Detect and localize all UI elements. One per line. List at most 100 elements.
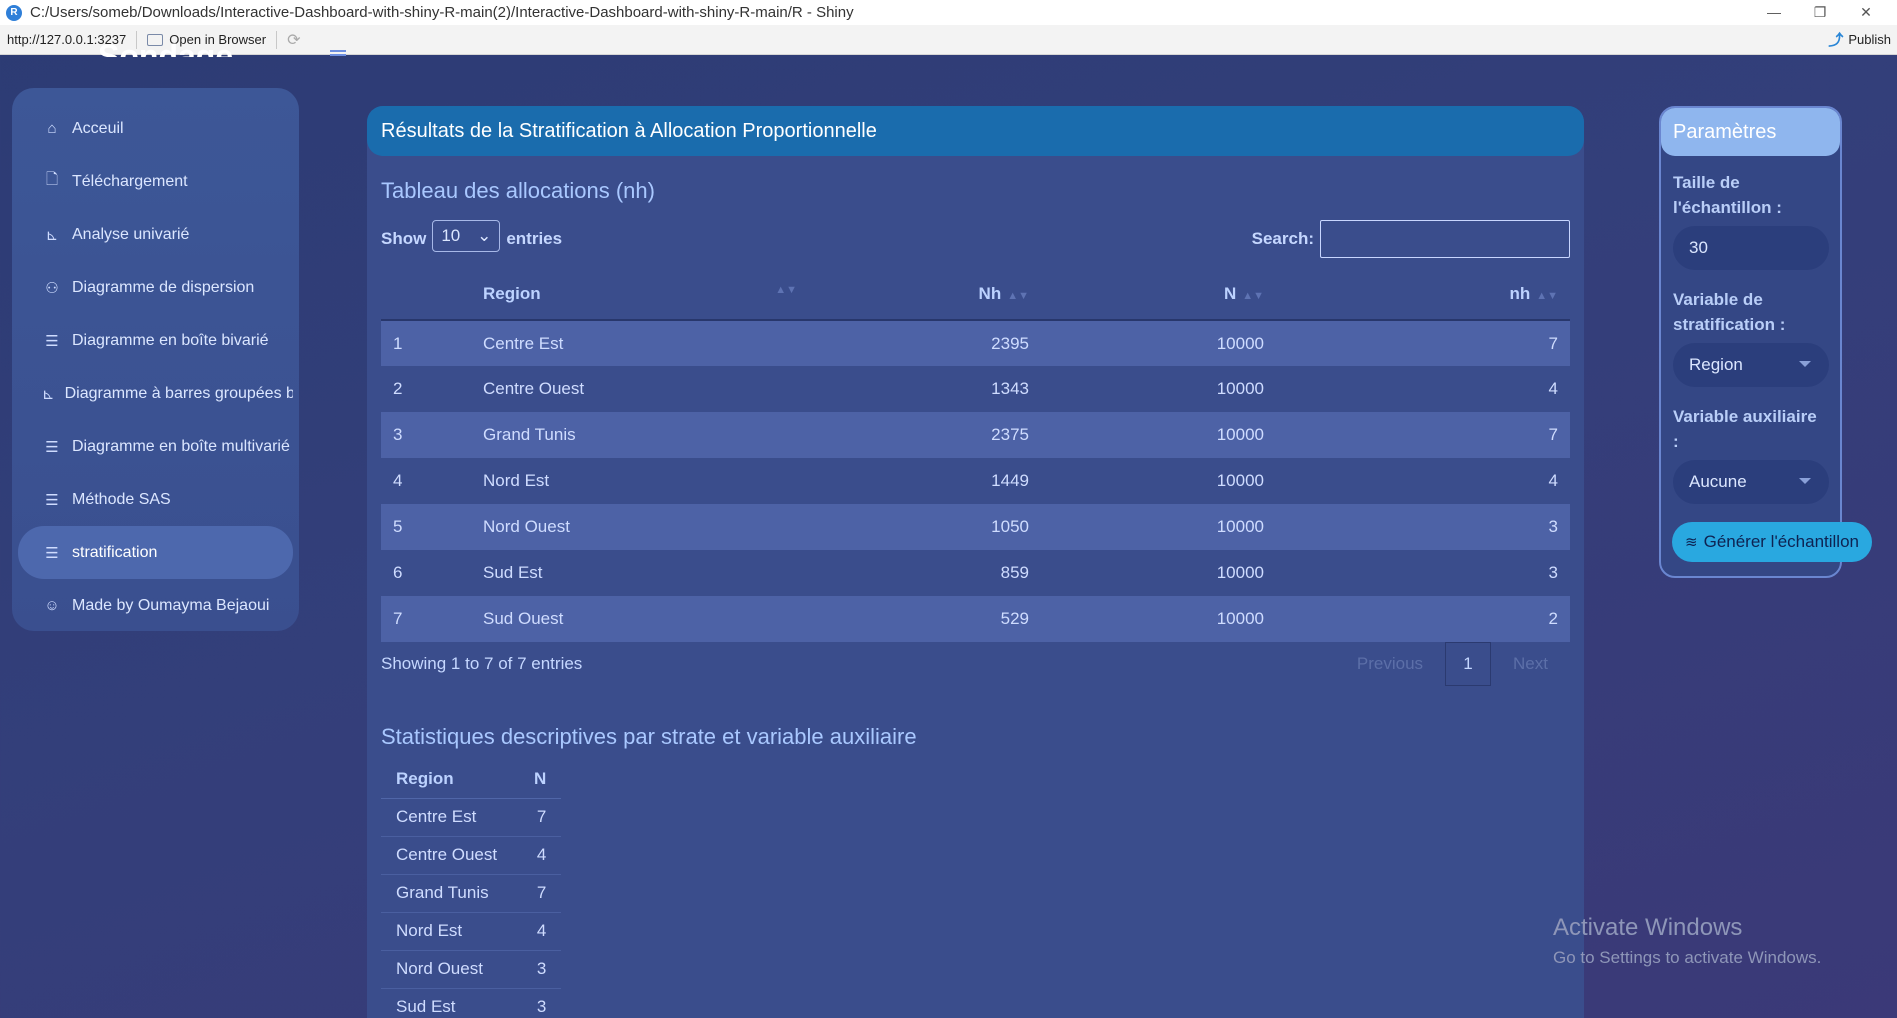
page-length-control: Show 10 ⌄ entries [381, 220, 562, 252]
cell-nh-pop: 859 [1000, 563, 1029, 582]
sidebar-item-label: Téléchargement [72, 172, 188, 190]
column-header-n[interactable]: N ▲▼ [1041, 268, 1276, 321]
strat-var-label: Variable de stratification : [1673, 290, 1786, 334]
table-row: Centre Ouest 4 [381, 836, 562, 875]
table-info: Showing 1 to 7 of 7 entries [381, 654, 583, 673]
cell-n: 4 [519, 836, 562, 875]
table-row[interactable]: 1 Centre Est 2395 10000 7 [381, 320, 1570, 366]
table-row[interactable]: 4 Nord Est 1449 10000 4 [381, 458, 1570, 504]
column-header-region: Region [381, 760, 519, 799]
layers-icon: ≋ [1685, 534, 1698, 551]
sidebar-item-boite-bivarie[interactable]: ☰ Diagramme en boîte bivarié [18, 314, 293, 367]
sliders-icon: ☰ [45, 544, 59, 562]
cell-nh-sample: 3 [1548, 563, 1558, 582]
minimize-icon[interactable]: — [1751, 0, 1797, 25]
column-header-nh-pop[interactable]: Nh ▲▼ [811, 268, 1041, 321]
window-controls: — ❐ ✕ [1751, 0, 1889, 25]
cell-n: 3 [519, 950, 562, 989]
aux-var-select[interactable]: Aucune [1673, 460, 1829, 504]
page-1-button[interactable]: 1 [1445, 642, 1492, 686]
sidebar-item-stratification[interactable]: ☰ stratification [18, 526, 293, 579]
refresh-icon[interactable]: ⟳ [287, 30, 300, 50]
cell-region: Nord Est [483, 471, 550, 490]
r-app-icon: R [6, 4, 22, 21]
cell-region: Sud Ouest [483, 609, 564, 628]
table-row[interactable]: 3 Grand Tunis 2375 10000 7 [381, 412, 1570, 458]
cell-region: Sud Est [483, 563, 543, 582]
table-row[interactable]: 6 Sud Est 859 10000 3 [381, 550, 1570, 596]
cell-region: Grand Tunis [381, 874, 519, 913]
restore-icon[interactable]: ❐ [1797, 0, 1843, 25]
sidebar-item-barres-groupees[interactable]: ⊾ Diagramme à barres groupées bi [18, 367, 293, 420]
page-length-select[interactable]: 10 ⌄ [432, 220, 501, 252]
close-icon[interactable]: ✕ [1843, 0, 1889, 25]
sliders-icon: ☰ [45, 438, 59, 456]
watermark-title: Activate Windows [1553, 914, 1743, 941]
stats-table: Region N Centre Est 7 Centre Ouest 4 Grand… [381, 760, 562, 1018]
column-header-index [381, 268, 471, 321]
sidebar-item-credits[interactable]: ☺ Made by Oumayma Bejaoui [18, 579, 293, 632]
allocation-table-title: Tableau des allocations (nh) [381, 178, 655, 203]
sidebar-item-analyse-univarie[interactable]: ⊾ Analyse univarié [18, 208, 293, 261]
sliders-icon: ☰ [45, 491, 59, 509]
sort-icon: ▲▼ [1242, 289, 1264, 302]
sidebar-item-boite-multivarie[interactable]: ☰ Diagramme en boîte multivarié [18, 420, 293, 473]
search-control: Search: [1252, 220, 1570, 258]
search-input[interactable] [1320, 220, 1570, 258]
next-button[interactable]: Next [1491, 654, 1570, 674]
row-index: 2 [393, 379, 403, 398]
sidebar-item-label: Diagramme de dispersion [72, 278, 255, 296]
sort-icon: ▲▼ [1536, 289, 1558, 302]
row-index: 1 [393, 333, 403, 353]
parameters-card: Paramètres Taille de l'échantillon : 30 … [1659, 106, 1842, 578]
cell-n: 3 [519, 988, 562, 1018]
home-icon: ⌂ [47, 120, 57, 137]
column-header-nh-sample[interactable]: nh ▲▼ [1276, 268, 1570, 321]
sidebar-item-label: Analyse univarié [72, 225, 190, 243]
pagination: Previous 1 Next [1335, 642, 1570, 686]
cell-nh-sample: 7 [1548, 425, 1558, 444]
search-label: Search: [1251, 229, 1314, 248]
row-index: 6 [393, 563, 403, 582]
cell-region: Grand Tunis [483, 425, 576, 444]
cell-nh-sample: 7 [1548, 333, 1558, 353]
cell-n: 7 [519, 798, 562, 837]
sample-size-label: Taille de l'échantillon : [1673, 173, 1782, 217]
sidebar-item-label: Diagramme en boîte multivarié [72, 437, 290, 455]
chart-line-icon: ⊾ [45, 226, 59, 244]
stats-title: Statistiques descriptives par strate et … [381, 724, 917, 749]
cell-n: 10000 [1216, 333, 1264, 353]
hamburger-icon[interactable] [330, 50, 346, 56]
sidebar-item-diagramme-dispersion[interactable]: ⚇ Diagramme de dispersion [18, 261, 293, 314]
table-row[interactable]: 7 Sud Ouest 529 10000 2 [381, 596, 1570, 642]
previous-button[interactable]: Previous [1335, 654, 1445, 674]
chevron-down-icon: ⌄ [477, 226, 492, 245]
cell-nh-pop: 1343 [991, 379, 1029, 398]
sidebar-item-label: stratification [72, 543, 158, 561]
column-header-region[interactable]: Region ▲▼ [471, 268, 811, 321]
row-index: 7 [393, 609, 403, 628]
table-row[interactable]: 5 Nord Ouest 1050 10000 3 [381, 504, 1570, 550]
sidebar-item-telechargement[interactable]: 🗋 Téléchargement [18, 155, 293, 208]
table-row[interactable]: 2 Centre Ouest 1343 10000 4 [381, 366, 1570, 412]
window-title: C:/Users/someb/Downloads/Interactive-Das… [30, 4, 854, 21]
publish-button[interactable]: ⤴ Publish [1828, 29, 1891, 50]
cell-n: 10000 [1216, 425, 1264, 444]
sidebar-item-label: Diagramme à barres groupées bi [64, 384, 293, 402]
sidebar-item-methode-sas[interactable]: ☰ Méthode SAS [18, 473, 293, 526]
sample-size-input[interactable]: 30 [1673, 226, 1829, 270]
parameters-header: Paramètres [1661, 108, 1840, 156]
cell-nh-pop: 2375 [991, 425, 1029, 444]
cell-region: Centre Est [381, 798, 519, 837]
sliders-icon: ☰ [45, 332, 59, 350]
aux-var-value: Aucune [1689, 472, 1747, 491]
strat-var-select[interactable]: Region [1673, 343, 1829, 387]
generate-sample-button[interactable]: ≋ Générer l'échantillon [1672, 522, 1872, 562]
sidebar-item-acceuil[interactable]: ⌂ Acceuil [18, 102, 293, 155]
cell-nh-sample: 4 [1548, 471, 1558, 490]
column-header-n: N [519, 760, 562, 799]
divider [276, 30, 278, 49]
cell-region: Nord Est [381, 912, 519, 951]
activate-windows-watermark: Activate Windows Go to Settings to activ… [1553, 914, 1821, 968]
caret-down-icon [1799, 478, 1811, 484]
